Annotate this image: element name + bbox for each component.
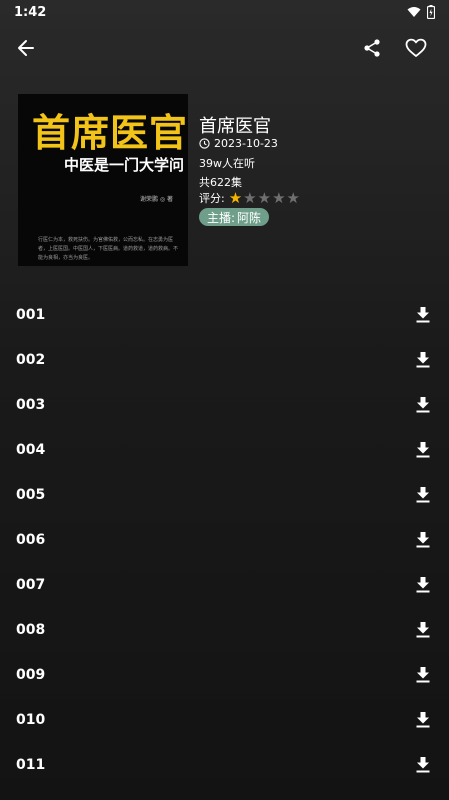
episode-count-row: 共622集 — [199, 174, 242, 190]
episode-row[interactable]: 005 — [0, 472, 449, 517]
status-icons — [407, 5, 435, 19]
wifi-icon — [407, 7, 421, 17]
download-icon[interactable] — [413, 620, 433, 640]
rating-stars: ★ ★ ★ ★ ★ — [228, 188, 300, 207]
episode-count: 共622集 — [199, 176, 242, 189]
download-icon[interactable] — [413, 395, 433, 415]
cover-blurb: 行医仁为本，救死扶伤。为官佛佑救，公而忘私。在志勇为医者，上医医国。中医国人，下… — [38, 237, 179, 261]
episode-title: 004 — [16, 441, 46, 458]
listeners-row: 39w人在听 — [199, 155, 255, 171]
download-icon[interactable] — [413, 485, 433, 505]
publish-date: 2023-10-23 — [214, 137, 278, 150]
episode-row[interactable]: 011 — [0, 742, 449, 787]
episode-row[interactable]: 004 — [0, 427, 449, 472]
book-title: 首席医官 — [199, 116, 271, 137]
publish-date-row: 2023-10-23 — [199, 137, 278, 150]
download-icon[interactable] — [413, 710, 433, 730]
share-icon — [364, 39, 380, 57]
star-icon: ★ — [286, 188, 300, 207]
listener-count: 39w人在听 — [199, 157, 255, 170]
download-icon[interactable] — [413, 665, 433, 685]
host-label: 主播: — [207, 210, 236, 225]
episode-row[interactable]: 009 — [0, 652, 449, 697]
episode-title: 011 — [16, 756, 46, 773]
star-icon: ★ — [243, 188, 257, 207]
episode-list: 001 002 003 004 005 006 007 008 009 010 011 — [0, 292, 449, 787]
rating-label: 评分: — [199, 192, 225, 205]
episode-row[interactable]: 002 — [0, 337, 449, 382]
download-icon[interactable] — [413, 575, 433, 595]
book-cover: 首席医官 中医是一门大学问 谢荣鹏 ◎ 著 行医仁为本，救死扶伤。为官佛佑救，公… — [18, 94, 188, 266]
rating-row: 评分: ★ ★ ★ ★ ★ — [199, 190, 300, 206]
episode-row[interactable]: 001 — [0, 292, 449, 337]
episode-title: 002 — [16, 351, 46, 368]
share-button[interactable] — [354, 30, 390, 66]
cover-author: 谢荣鹏 ◎ 著 — [140, 196, 174, 203]
battery-icon — [427, 5, 435, 19]
episode-title: 008 — [16, 621, 46, 638]
host-name: 阿陈 — [237, 210, 262, 225]
back-button[interactable] — [8, 30, 44, 66]
episode-title: 006 — [16, 531, 46, 548]
download-icon[interactable] — [413, 755, 433, 775]
episode-title: 007 — [16, 576, 46, 593]
download-icon[interactable] — [413, 305, 433, 325]
episode-row[interactable]: 006 — [0, 517, 449, 562]
star-icon: ★ — [228, 188, 243, 207]
favorite-button[interactable] — [398, 30, 434, 66]
episode-row[interactable]: 008 — [0, 607, 449, 652]
heart-icon — [405, 38, 427, 57]
app-bar — [0, 28, 449, 72]
download-icon[interactable] — [413, 350, 433, 370]
episode-title: 001 — [16, 306, 46, 323]
download-icon[interactable] — [413, 530, 433, 550]
episode-row[interactable]: 007 — [0, 562, 449, 607]
star-icon: ★ — [257, 188, 272, 207]
star-icon: ★ — [272, 188, 286, 207]
status-bar: 1:42 — [0, 0, 449, 24]
host-badge[interactable]: 主播: 阿陈 — [199, 208, 270, 226]
status-time: 1:42 — [14, 4, 47, 20]
episode-row[interactable]: 003 — [0, 382, 449, 427]
clock-icon — [199, 138, 210, 149]
download-icon[interactable] — [413, 440, 433, 460]
back-arrow-icon — [18, 40, 34, 56]
episode-title: 009 — [16, 666, 46, 683]
episode-title: 005 — [16, 486, 46, 503]
cover-title: 首席医官 — [32, 111, 188, 155]
episode-title: 003 — [16, 396, 46, 413]
episode-row[interactable]: 010 — [0, 697, 449, 742]
cover-subtitle: 中医是一门大学问 — [64, 156, 185, 174]
episode-title: 010 — [16, 711, 46, 728]
